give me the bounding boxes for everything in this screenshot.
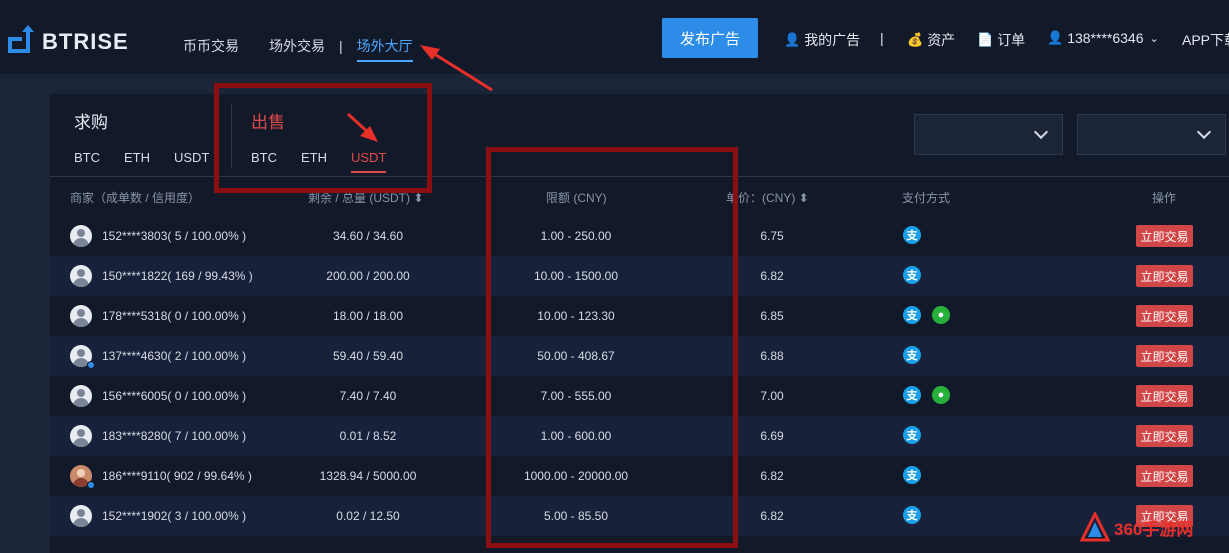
user-phone: 138****6346 bbox=[1067, 30, 1144, 46]
price-value: 6.82 bbox=[760, 269, 784, 283]
price-value: 7.00 bbox=[760, 389, 784, 403]
nav-otc-hall[interactable]: 场外大厅 bbox=[356, 36, 413, 62]
nav-otc-trade[interactable]: 场外交易 bbox=[269, 36, 325, 56]
trade-now-button[interactable]: 立即交易 bbox=[1136, 385, 1193, 407]
price-value: 6.88 bbox=[760, 349, 784, 363]
merchant-info[interactable]: 137****4630( 2 / 100.00% ) bbox=[102, 349, 246, 363]
chevron-down-icon: ⌄ bbox=[1149, 32, 1159, 45]
payment-select[interactable] bbox=[1077, 114, 1226, 155]
avatar bbox=[70, 385, 92, 407]
header-separator: | bbox=[880, 30, 884, 46]
main-nav: 币币交易 场外交易 | 场外大厅 bbox=[183, 30, 443, 62]
avatar bbox=[70, 305, 92, 327]
trade-now-button[interactable]: 立即交易 bbox=[1136, 425, 1193, 447]
logo-text: BTRISE bbox=[42, 29, 129, 54]
orders-label: 订单 bbox=[997, 32, 1026, 48]
avatar bbox=[70, 505, 92, 527]
amount-value: 200.00 / 200.00 bbox=[326, 269, 410, 283]
amount-value: 59.40 / 59.40 bbox=[332, 349, 404, 363]
alipay-icon: 支 bbox=[903, 426, 921, 444]
header-payment: 支付方式 bbox=[902, 191, 951, 205]
buy-coin-btc[interactable]: BTC bbox=[74, 150, 100, 171]
price-value: 6.85 bbox=[760, 309, 784, 323]
annotation-box-sell bbox=[214, 83, 432, 193]
amount-value: 0.02 / 12.50 bbox=[336, 509, 400, 523]
assets-label: 资产 bbox=[927, 32, 956, 48]
buy-coin-usdt[interactable]: USDT bbox=[174, 150, 209, 171]
alipay-icon: 支 bbox=[903, 346, 921, 364]
verified-badge bbox=[87, 361, 95, 369]
trade-now-button[interactable]: 立即交易 bbox=[1136, 465, 1193, 487]
my-ads-link[interactable]: 👤 我的广告 bbox=[784, 30, 860, 50]
merchant-info[interactable]: 183****8280( 7 / 100.00% ) bbox=[102, 429, 246, 443]
buy-coin-eth[interactable]: ETH bbox=[124, 150, 150, 171]
trade-now-button[interactable]: 立即交易 bbox=[1136, 225, 1193, 247]
logo-icon bbox=[8, 25, 34, 53]
logo[interactable]: BTRISE bbox=[6, 22, 129, 62]
merchant-info[interactable]: 150****1822( 169 / 99.43% ) bbox=[102, 269, 253, 283]
alipay-icon: 支 bbox=[903, 226, 921, 244]
alipay-icon: 支 bbox=[903, 266, 921, 284]
avatar bbox=[70, 225, 92, 247]
header-action: 操作 bbox=[1152, 191, 1177, 205]
alipay-icon: 支 bbox=[903, 466, 921, 484]
merchant-info[interactable]: 156****6005( 0 / 100.00% ) bbox=[102, 389, 246, 403]
merchant-info[interactable]: 152****1902( 3 / 100.00% ) bbox=[102, 509, 246, 523]
document-icon: 📄 bbox=[977, 32, 994, 47]
wechat-pay-icon: ● bbox=[932, 306, 950, 324]
user-menu[interactable]: 👤 138****6346 ⌄ bbox=[1047, 30, 1159, 46]
orders-link[interactable]: 📄 订单 bbox=[977, 30, 1025, 50]
header-price[interactable]: 单价：(CNY) ⬍ bbox=[726, 189, 809, 206]
alipay-icon: 支 bbox=[903, 506, 921, 524]
watermark: 360手游网 bbox=[1080, 512, 1193, 542]
buy-tab[interactable]: 求购 bbox=[74, 108, 233, 133]
buy-tab-group: 求购 BTC ETH USDT bbox=[74, 108, 233, 171]
watermark-text: 360手游网 bbox=[1114, 519, 1194, 539]
chevron-down-icon bbox=[1033, 124, 1049, 140]
annotation-box-limit bbox=[486, 147, 738, 548]
merchant-info[interactable]: 152****3803( 5 / 100.00% ) bbox=[102, 229, 246, 243]
amount-value: 7.40 / 7.40 bbox=[339, 389, 397, 403]
avatar bbox=[70, 265, 92, 287]
header-merchant: 商家（成单数 / 信用度） bbox=[70, 191, 201, 205]
chevron-down-icon bbox=[1196, 124, 1212, 140]
price-value: 6.75 bbox=[760, 229, 784, 243]
price-value: 6.82 bbox=[760, 509, 784, 523]
merchant-info[interactable]: 178****5318( 0 / 100.00% ) bbox=[102, 309, 246, 323]
amount-value: 0.01 / 8.52 bbox=[339, 429, 397, 443]
amount-value: 34.60 / 34.60 bbox=[332, 229, 404, 243]
assets-link[interactable]: 💰 资产 bbox=[907, 30, 955, 50]
alipay-icon: 支 bbox=[903, 386, 921, 404]
wechat-pay-icon: ● bbox=[932, 386, 950, 404]
alipay-icon: 支 bbox=[903, 306, 921, 324]
price-value: 6.82 bbox=[760, 469, 784, 483]
app-download-link[interactable]: APP下载 bbox=[1182, 30, 1229, 50]
currency-select[interactable] bbox=[914, 114, 1063, 155]
watermark-logo-icon bbox=[1080, 512, 1110, 542]
my-ads-label: 我的广告 bbox=[804, 32, 861, 48]
money-bag-icon: 💰 bbox=[907, 32, 924, 47]
merchant-info[interactable]: 186****9110( 902 / 99.64% ) bbox=[102, 469, 252, 483]
trade-now-button[interactable]: 立即交易 bbox=[1136, 265, 1193, 287]
account-icon: 👤 bbox=[1047, 30, 1064, 45]
amount-value: 1328.94 / 5000.00 bbox=[319, 469, 417, 483]
trade-now-button[interactable]: 立即交易 bbox=[1136, 305, 1193, 327]
user-icon: 👤 bbox=[784, 32, 801, 47]
amount-value: 18.00 / 18.00 bbox=[332, 309, 404, 323]
nav-separator: | bbox=[339, 38, 343, 54]
avatar bbox=[70, 425, 92, 447]
trade-now-button[interactable]: 立即交易 bbox=[1136, 345, 1193, 367]
publish-ad-button[interactable]: 发布广告 bbox=[662, 18, 758, 58]
top-header: BTRISE 币币交易 场外交易 | 场外大厅 发布广告 👤 我的广告 | 💰 … bbox=[0, 0, 1229, 74]
verified-badge bbox=[87, 481, 95, 489]
nav-coin-trade[interactable]: 币币交易 bbox=[183, 36, 239, 56]
price-value: 6.69 bbox=[760, 429, 784, 443]
app-download-label: APP下载 bbox=[1182, 32, 1229, 48]
